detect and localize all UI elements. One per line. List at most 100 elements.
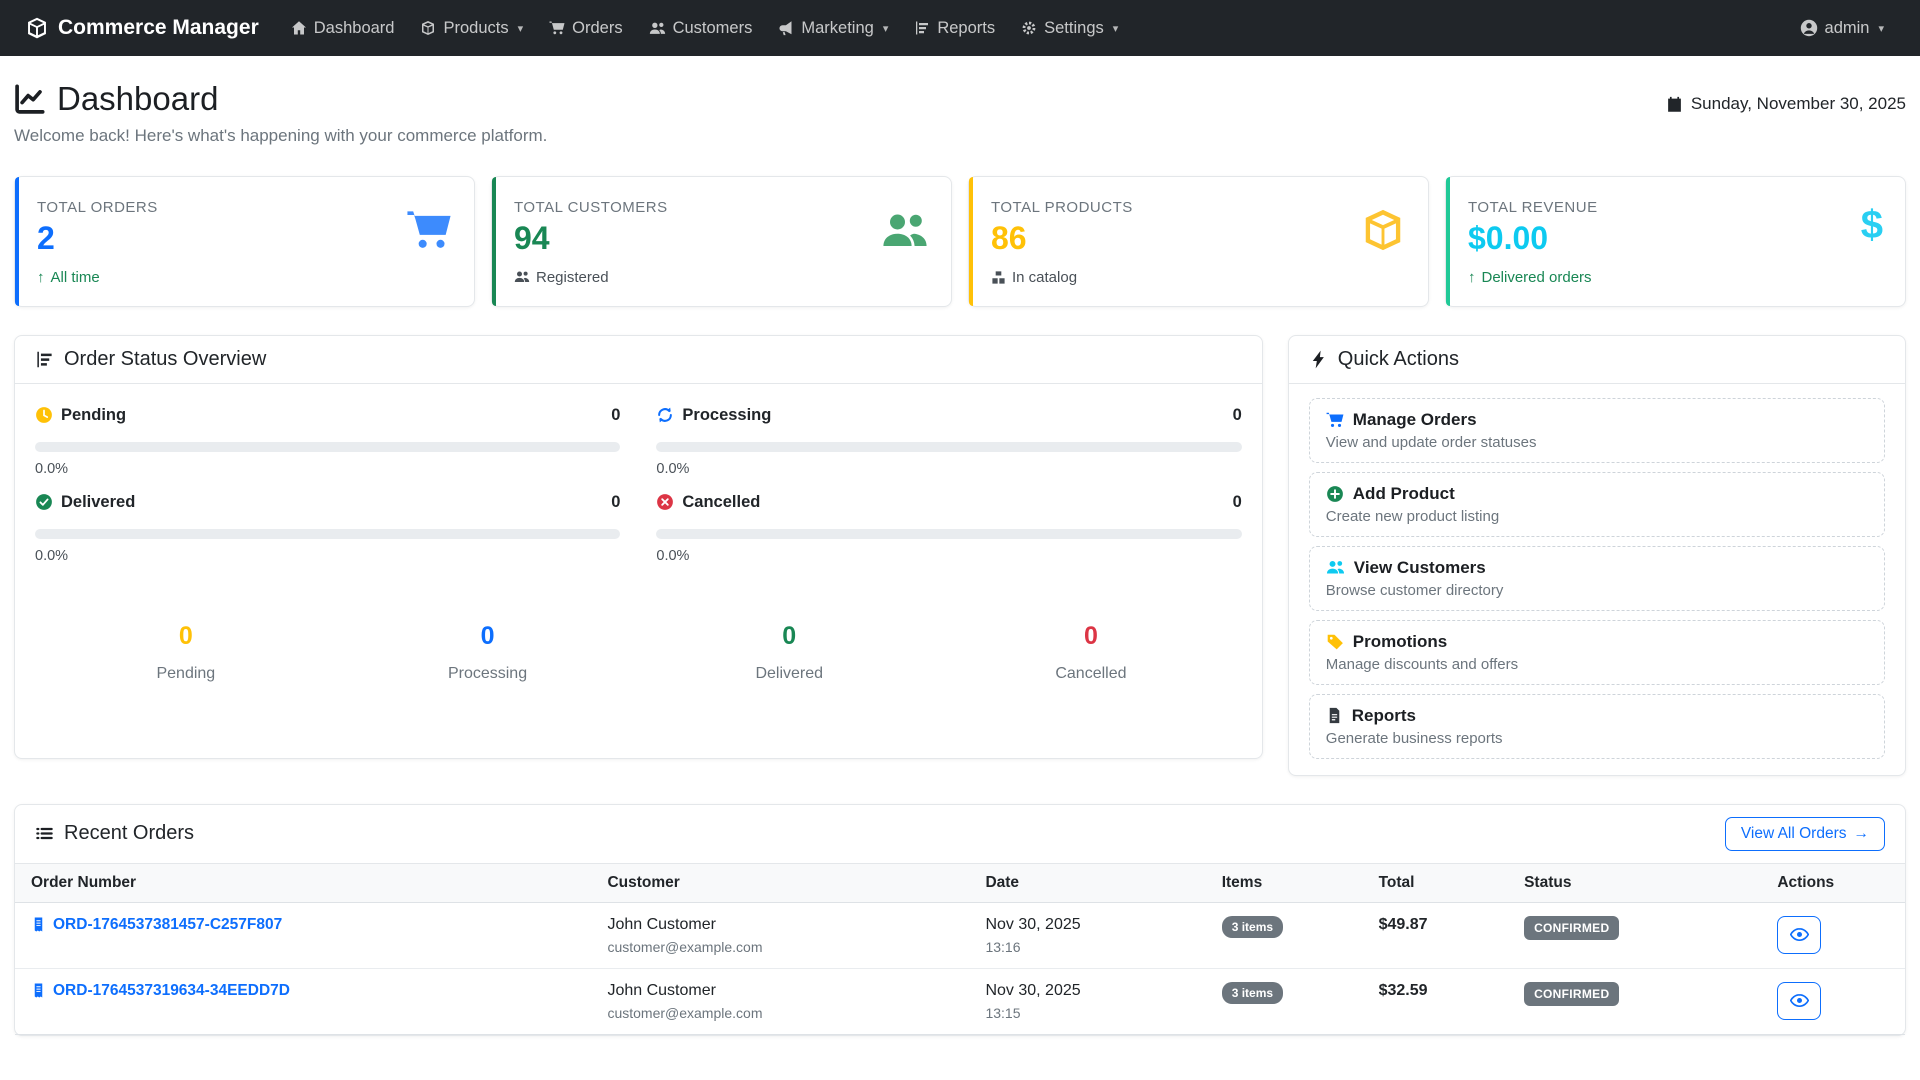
status-percent: 0.0% — [35, 548, 620, 564]
order-time: 13:16 — [985, 939, 1189, 955]
stat-label: TOTAL PRODUCTS — [991, 199, 1133, 216]
quick-action-promotions[interactable]: Promotions Manage discounts and offers — [1309, 620, 1885, 685]
table-header-row: Order Number Customer Date Items Total S… — [15, 864, 1905, 903]
summary-value: 0 — [35, 622, 337, 651]
view-order-button[interactable] — [1777, 982, 1821, 1020]
summary-label: Delivered — [638, 665, 940, 683]
nav-label: Products — [443, 19, 508, 38]
stat-value: 94 — [514, 220, 668, 257]
status-percent: 0.0% — [656, 461, 1241, 477]
quick-action-manage-orders[interactable]: Manage Orders View and update order stat… — [1309, 398, 1885, 463]
arrow-right-icon: → — [1854, 825, 1870, 843]
brand-label: Commerce Manager — [58, 16, 259, 40]
refresh-icon — [656, 406, 674, 424]
box-icon — [420, 20, 436, 36]
order-number-link[interactable]: ORD-1764537319634-34EEDD7D — [31, 982, 575, 1000]
arrow-up-icon: ↑ — [1468, 269, 1476, 286]
table-row: ORD-1764537381457-C257F807 John Customer… — [15, 902, 1905, 968]
stat-card-total-revenue: TOTAL REVENUE $0.00 ↑ Delivered orders $ — [1445, 176, 1906, 307]
person-circle-icon — [1800, 19, 1818, 37]
user-menu[interactable]: admin ▾ — [1790, 11, 1894, 46]
status-count: 0 — [611, 406, 620, 425]
nav-orders[interactable]: Orders — [539, 11, 632, 46]
cancelled-progress-bar — [656, 529, 1241, 539]
status-summary: 0 Pending 0 Processing 0 Delivered 0 Can… — [35, 622, 1242, 683]
people-icon — [881, 207, 929, 255]
order-total: $49.87 — [1363, 902, 1509, 968]
x-circle-icon — [656, 493, 674, 511]
nav-customers[interactable]: Customers — [639, 11, 763, 46]
status-cancelled: Cancelled 0 0.0% — [656, 493, 1241, 564]
nav-marketing[interactable]: Marketing ▾ — [768, 11, 898, 46]
people-icon — [649, 20, 666, 37]
receipt-icon — [31, 917, 46, 932]
top-navbar: Commerce Manager Dashboard Products ▾ Or… — [0, 0, 1920, 56]
recent-orders-table: Order Number Customer Date Items Total S… — [15, 864, 1905, 1035]
column-status: Status — [1508, 864, 1761, 903]
house-icon — [291, 20, 307, 36]
stat-label: TOTAL CUSTOMERS — [514, 199, 668, 216]
quick-action-subtitle: Browse customer directory — [1326, 582, 1868, 599]
nav-label: Marketing — [801, 19, 873, 38]
column-date: Date — [969, 864, 1205, 903]
customer-email: customer@example.com — [607, 1005, 953, 1021]
stat-footer-text: Delivered orders — [1482, 269, 1592, 286]
tag-icon — [1326, 633, 1344, 651]
quick-action-title: Promotions — [1353, 632, 1447, 652]
eye-icon — [1790, 991, 1809, 1010]
quick-action-subtitle: Manage discounts and offers — [1326, 656, 1868, 673]
nav-products[interactable]: Products ▾ — [410, 11, 533, 46]
summary-delivered: 0 Delivered — [638, 622, 940, 683]
quick-action-view-customers[interactable]: View Customers Browse customer directory — [1309, 546, 1885, 611]
order-number-text: ORD-1764537319634-34EEDD7D — [53, 982, 290, 1000]
summary-value: 0 — [337, 622, 639, 651]
file-text-icon — [1326, 707, 1343, 724]
nav-label: Orders — [572, 19, 622, 38]
view-order-button[interactable] — [1777, 916, 1821, 954]
summary-processing: 0 Processing — [337, 622, 639, 683]
current-date: Sunday, November 30, 2025 — [1666, 94, 1906, 114]
stat-card-total-customers: TOTAL CUSTOMERS 94 Registered — [491, 176, 952, 307]
current-date-text: Sunday, November 30, 2025 — [1691, 94, 1906, 114]
nav-label: Dashboard — [314, 19, 395, 38]
panel-title: Recent Orders — [64, 822, 194, 845]
nav-settings[interactable]: Settings ▾ — [1011, 11, 1128, 46]
quick-action-title: View Customers — [1354, 558, 1486, 578]
cart-icon — [406, 207, 452, 253]
summary-label: Pending — [35, 665, 337, 683]
gear-icon — [1021, 20, 1037, 36]
quick-action-add-product[interactable]: Add Product Create new product listing — [1309, 472, 1885, 537]
nav-reports[interactable]: Reports — [904, 11, 1005, 46]
megaphone-icon — [778, 20, 794, 36]
lightning-icon — [1309, 350, 1328, 369]
quick-action-subtitle: View and update order statuses — [1326, 434, 1868, 451]
summary-pending: 0 Pending — [35, 622, 337, 683]
people-icon — [1326, 558, 1345, 577]
column-total: Total — [1363, 864, 1509, 903]
order-number-text: ORD-1764537381457-C257F807 — [53, 916, 282, 934]
view-all-orders-button[interactable]: View All Orders → — [1725, 817, 1885, 851]
stat-label: TOTAL ORDERS — [37, 199, 158, 216]
page-title-text: Dashboard — [57, 80, 218, 118]
stats-row: TOTAL ORDERS 2 ↑ All time TOTAL CUSTOMER… — [14, 176, 1906, 307]
stat-footer-text: Registered — [536, 269, 609, 286]
dollar-icon: $ — [1861, 207, 1883, 243]
nav-label: Settings — [1044, 19, 1104, 38]
pending-progress-bar — [35, 442, 620, 452]
brand[interactable]: Commerce Manager — [26, 16, 259, 40]
items-badge: 3 items — [1222, 982, 1283, 1004]
stat-value: 86 — [991, 220, 1133, 257]
order-number-link[interactable]: ORD-1764537381457-C257F807 — [31, 916, 575, 934]
check-circle-icon — [35, 493, 53, 511]
eye-icon — [1790, 925, 1809, 944]
cart-icon — [1326, 411, 1344, 429]
recent-orders-panel: Recent Orders View All Orders → Order Nu… — [14, 804, 1906, 1036]
status-badge: CONFIRMED — [1524, 916, 1619, 940]
status-percent: 0.0% — [656, 548, 1241, 564]
box-icon — [1360, 207, 1406, 253]
quick-action-reports[interactable]: Reports Generate business reports — [1309, 694, 1885, 759]
stat-value: $0.00 — [1468, 220, 1598, 257]
calendar-icon — [1666, 96, 1683, 113]
nav-dashboard[interactable]: Dashboard — [281, 11, 405, 46]
box-seam-icon — [26, 17, 48, 39]
